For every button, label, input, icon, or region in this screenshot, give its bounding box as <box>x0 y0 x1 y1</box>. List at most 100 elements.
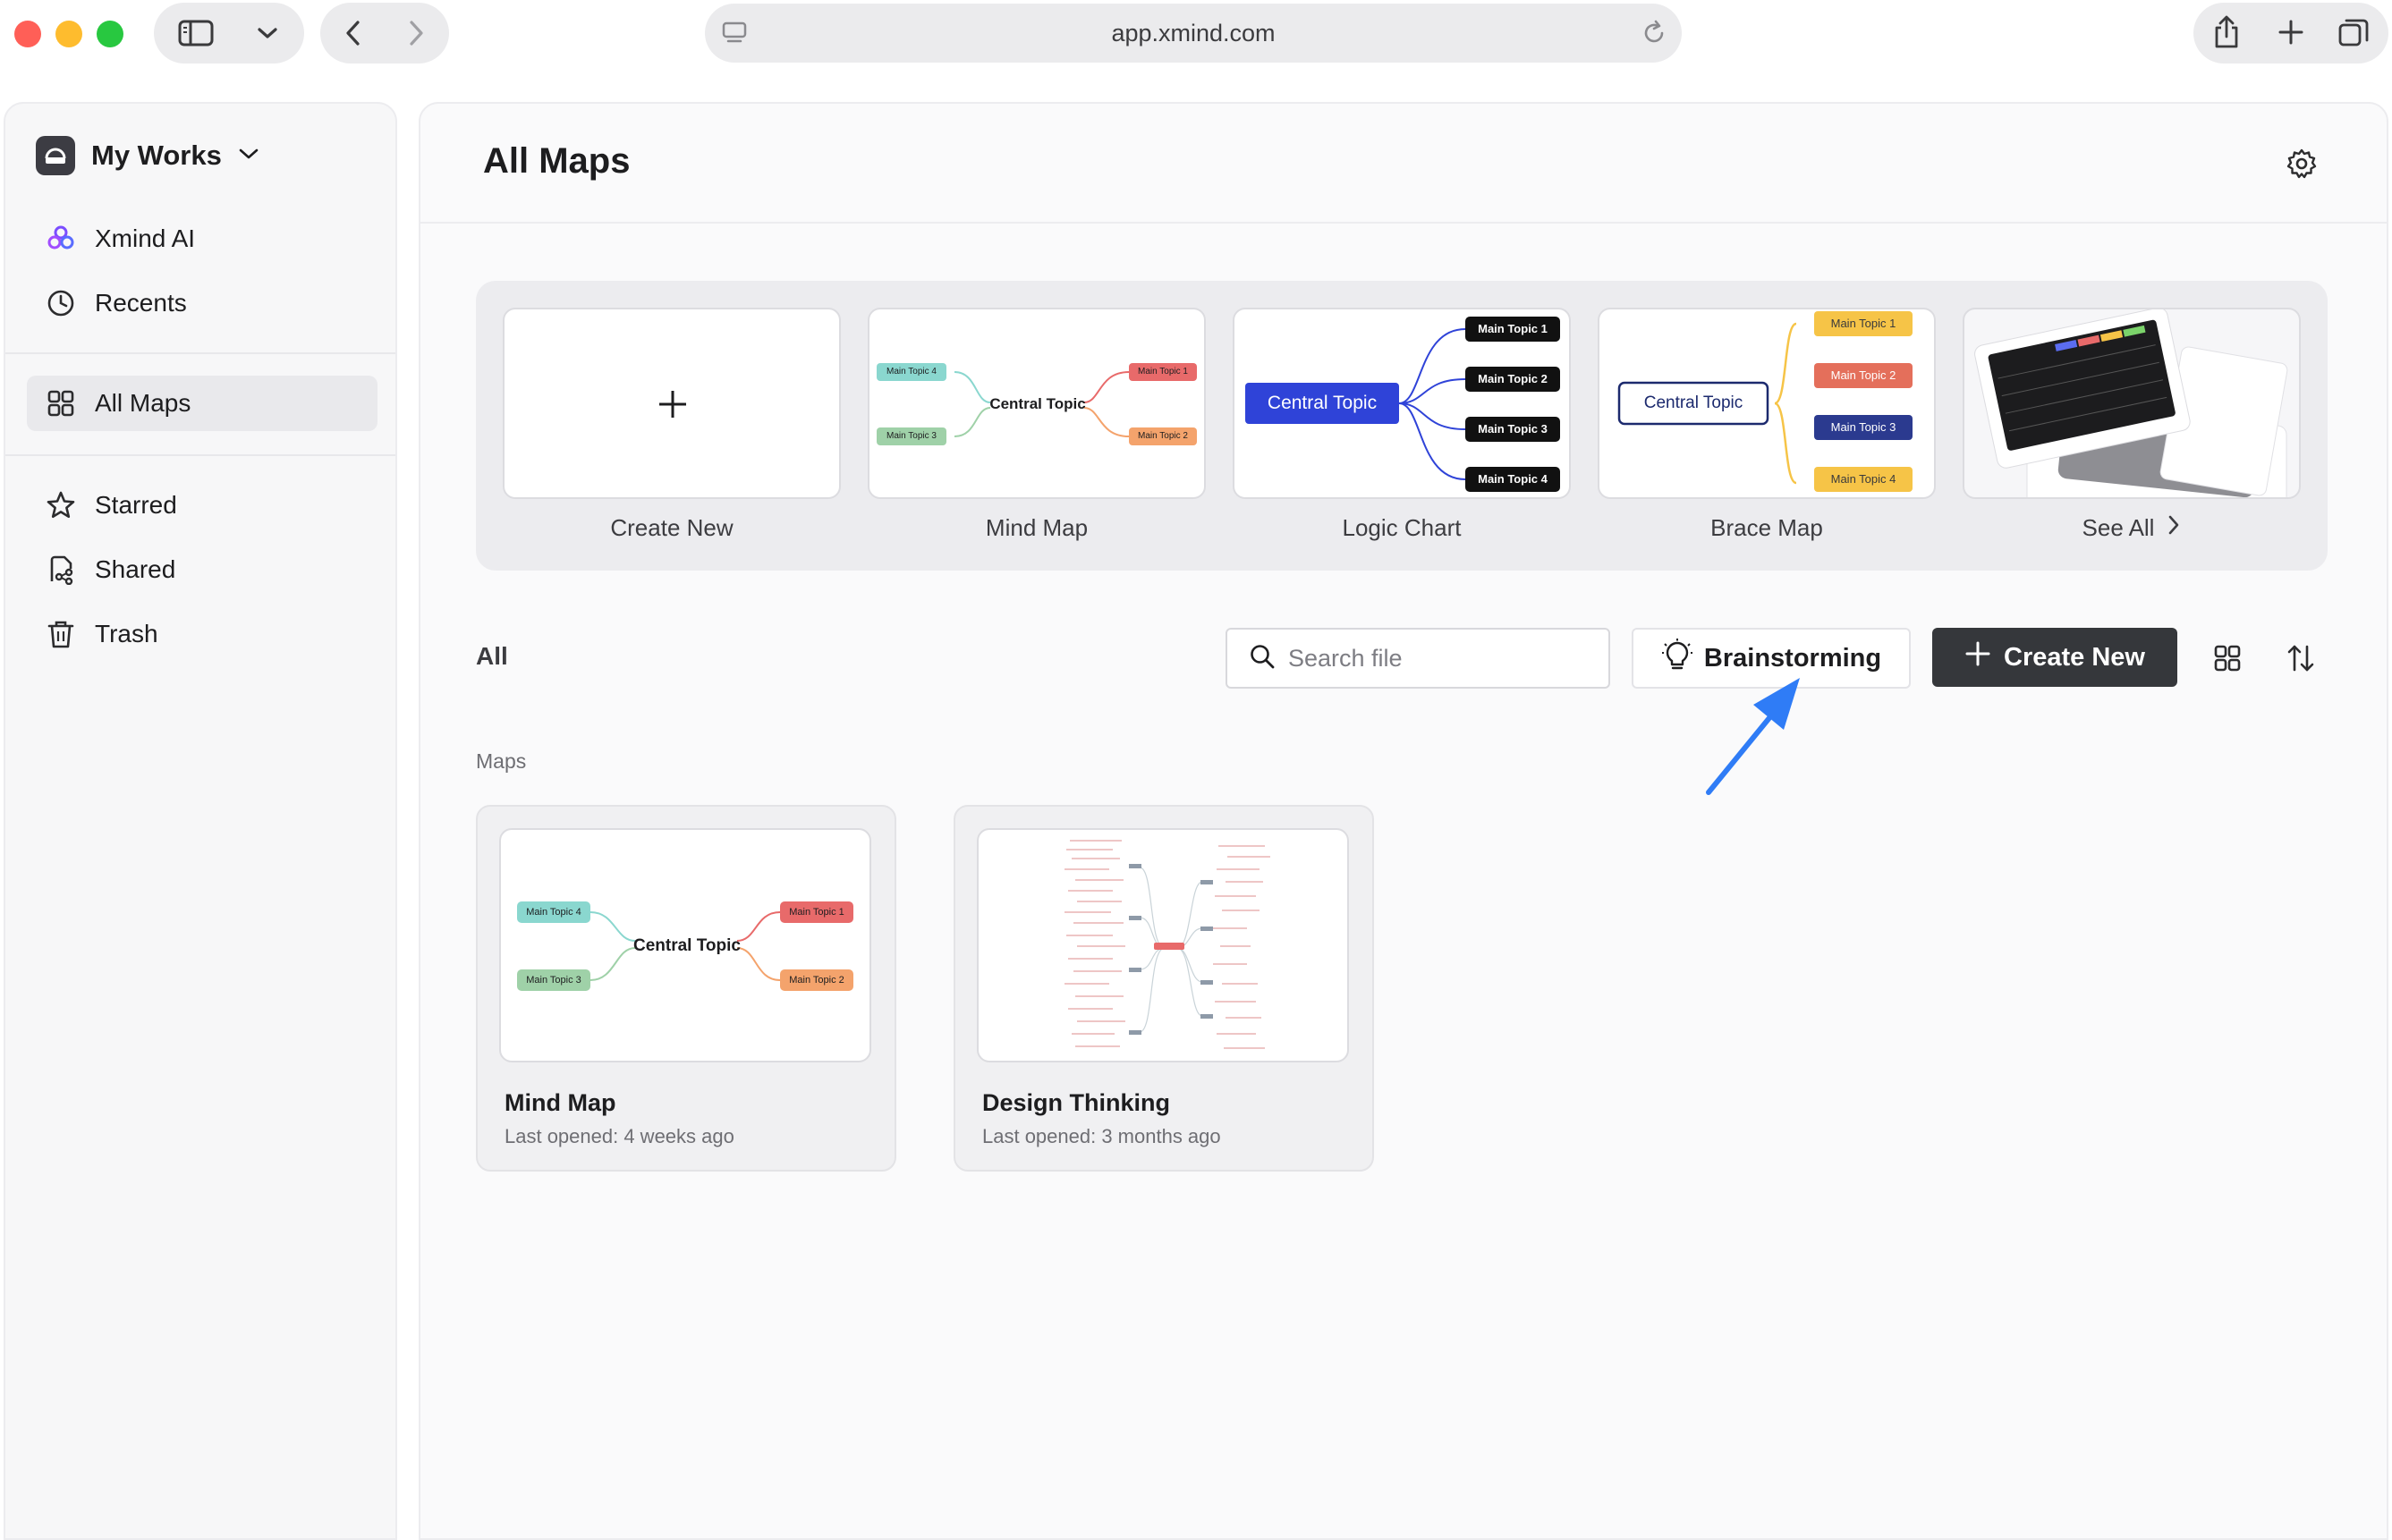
file-thumbnail[interactable]: Main Topic 4 Main Topic 3 Main Topic 1 M… <box>499 828 871 1062</box>
preview-topic: Main Topic 3 <box>1830 420 1896 434</box>
search-field[interactable] <box>1226 628 1610 689</box>
brainstorming-label: Brainstorming <box>1703 643 1882 673</box>
sidebar: My Works Xmind AI Recents All Maps Starr… <box>4 102 397 1540</box>
preview-topic: Main Topic 3 <box>1478 422 1548 436</box>
preview-topic: Main Topic 4 <box>886 367 937 377</box>
chevron-down-icon[interactable] <box>236 3 299 63</box>
reload-icon[interactable] <box>1641 20 1667 51</box>
thumbnail-topic: Main Topic 4 <box>526 907 581 918</box>
preview-topic: Main Topic 4 <box>1830 472 1896 486</box>
preview-topic: Main Topic 3 <box>886 431 937 441</box>
sidebar-item-label: Shared <box>95 555 176 583</box>
trash-icon <box>45 618 77 650</box>
page-title: All Maps <box>483 141 631 181</box>
template-mind-map[interactable]: Main Topic 4 Main Topic 3 Main Topic 1 M… <box>868 308 1206 542</box>
preview-topic: Main Topic 1 <box>1138 367 1188 377</box>
workspace-switcher[interactable]: My Works <box>36 132 259 179</box>
shared-icon <box>45 554 77 586</box>
sidebar-toggle-icon[interactable] <box>165 3 227 63</box>
sidebar-item-label: Recents <box>95 289 187 317</box>
sidebar-item-trash[interactable]: Trash <box>27 606 377 662</box>
new-tab-icon[interactable] <box>2260 3 2322 62</box>
sidebar-item-shared[interactable]: Shared <box>27 542 377 597</box>
sidebar-item-label: All Maps <box>95 389 191 417</box>
workspace-name: My Works <box>91 140 222 171</box>
sidebar-item-starred[interactable]: Starred <box>27 478 377 533</box>
preview-topic: Main Topic 2 <box>1830 368 1896 382</box>
back-icon[interactable] <box>322 3 385 63</box>
maximize-window-button[interactable] <box>97 21 123 47</box>
sidebar-item-recents[interactable]: Recents <box>27 275 377 331</box>
main-panel: All Maps Create New Main Topic 4 Main To… <box>419 102 2388 1540</box>
section-heading-maps: Maps <box>476 749 527 773</box>
see-all-link[interactable]: See All <box>1963 513 2301 542</box>
template-thumbnail[interactable]: Central Topic Main Topic 1 Main Topic 2 … <box>1233 308 1571 499</box>
preview-central-topic: Central Topic <box>989 395 1086 412</box>
grid-view-icon[interactable] <box>2206 637 2249 680</box>
sidebar-item-label: Xmind AI <box>95 224 196 252</box>
template-gallery: Create New Main Topic 4 Main Topic 3 Mai… <box>476 281 2328 571</box>
star-icon <box>45 489 77 521</box>
file-card-design-thinking[interactable]: Design Thinking Last opened: 3 months ag… <box>954 805 1374 1172</box>
workspace-logo-icon <box>36 136 75 175</box>
browser-actions <box>2193 3 2388 63</box>
preview-topic: Main Topic 4 <box>1478 472 1548 486</box>
grid-icon <box>45 387 77 419</box>
browser-toolbar: app.xmind.com <box>0 0 2392 79</box>
template-label: Create New <box>610 513 734 541</box>
file-thumbnail[interactable] <box>977 828 1349 1062</box>
dense-mind-map-thumbnail-icon <box>1065 840 1270 1049</box>
preview-topic: Main Topic 2 <box>1138 431 1188 441</box>
tab-overview-icon[interactable] <box>2322 3 2385 62</box>
lightbulb-icon <box>1661 638 1693 679</box>
sort-icon[interactable] <box>2279 637 2322 680</box>
search-input[interactable] <box>1288 644 1592 673</box>
thumbnail-central-topic: Central Topic <box>633 936 741 955</box>
address-bar[interactable]: app.xmind.com <box>705 4 1682 63</box>
search-icon <box>1249 643 1276 674</box>
header-divider <box>420 222 2387 224</box>
minimize-window-button[interactable] <box>55 21 82 47</box>
forward-icon[interactable] <box>385 3 447 63</box>
sidebar-item-label: Starred <box>95 491 177 519</box>
annotation-arrow-icon <box>1706 678 1800 795</box>
template-thumbnail[interactable] <box>1963 308 2301 499</box>
sidebar-divider <box>5 454 395 456</box>
file-last-opened: Last opened: 3 months ago <box>982 1125 1221 1147</box>
sidebar-divider <box>5 352 395 354</box>
sidebar-item-all-maps[interactable]: All Maps <box>27 376 377 431</box>
thumbnail-topic: Main Topic 1 <box>789 907 844 918</box>
chevron-right-icon <box>2167 514 2181 542</box>
create-new-button[interactable]: Create New <box>1932 628 2177 687</box>
preview-central-topic: Central Topic <box>1643 393 1743 412</box>
clock-icon <box>45 287 77 319</box>
preview-topic: Main Topic 1 <box>1478 322 1548 335</box>
gear-icon[interactable] <box>2281 143 2322 184</box>
template-see-all[interactable]: See All <box>1963 308 2301 542</box>
file-last-opened: Last opened: 4 weeks ago <box>505 1125 734 1147</box>
create-new-label: Create New <box>2004 642 2145 672</box>
file-card-mind-map[interactable]: Main Topic 4 Main Topic 3 Main Topic 1 M… <box>476 805 896 1172</box>
template-thumbnail[interactable] <box>503 308 841 499</box>
chevron-down-icon <box>238 147 259 165</box>
sidebar-toggle-group <box>154 3 304 63</box>
plus-icon <box>657 388 689 425</box>
preview-topic: Main Topic 2 <box>1478 372 1548 385</box>
filter-all-dropdown[interactable]: All <box>476 642 508 671</box>
sidebar-item-label: Trash <box>95 620 158 647</box>
close-window-button[interactable] <box>14 21 41 47</box>
template-thumbnail[interactable]: Main Topic 4 Main Topic 3 Main Topic 1 M… <box>868 308 1206 499</box>
thumbnail-topic: Main Topic 2 <box>789 975 844 986</box>
template-brace-map[interactable]: Central Topic Main Topic 1 Main Topic 2 … <box>1598 308 1936 542</box>
url-text: app.xmind.com <box>1111 20 1276 47</box>
template-thumbnail[interactable]: Central Topic Main Topic 1 Main Topic 2 … <box>1598 308 1936 499</box>
template-create-new[interactable]: Create New <box>503 308 841 542</box>
share-icon[interactable] <box>2195 3 2258 62</box>
plus-icon <box>1964 640 1991 674</box>
sidebar-item-xmind-ai[interactable]: Xmind AI <box>27 211 377 267</box>
thumbnail-topic: Main Topic 3 <box>526 975 581 986</box>
template-collage-icon <box>1974 309 2288 497</box>
template-label: Mind Map <box>985 513 1089 541</box>
xmind-ai-icon <box>45 223 77 255</box>
template-logic-chart[interactable]: Central Topic Main Topic 1 Main Topic 2 … <box>1233 308 1571 542</box>
